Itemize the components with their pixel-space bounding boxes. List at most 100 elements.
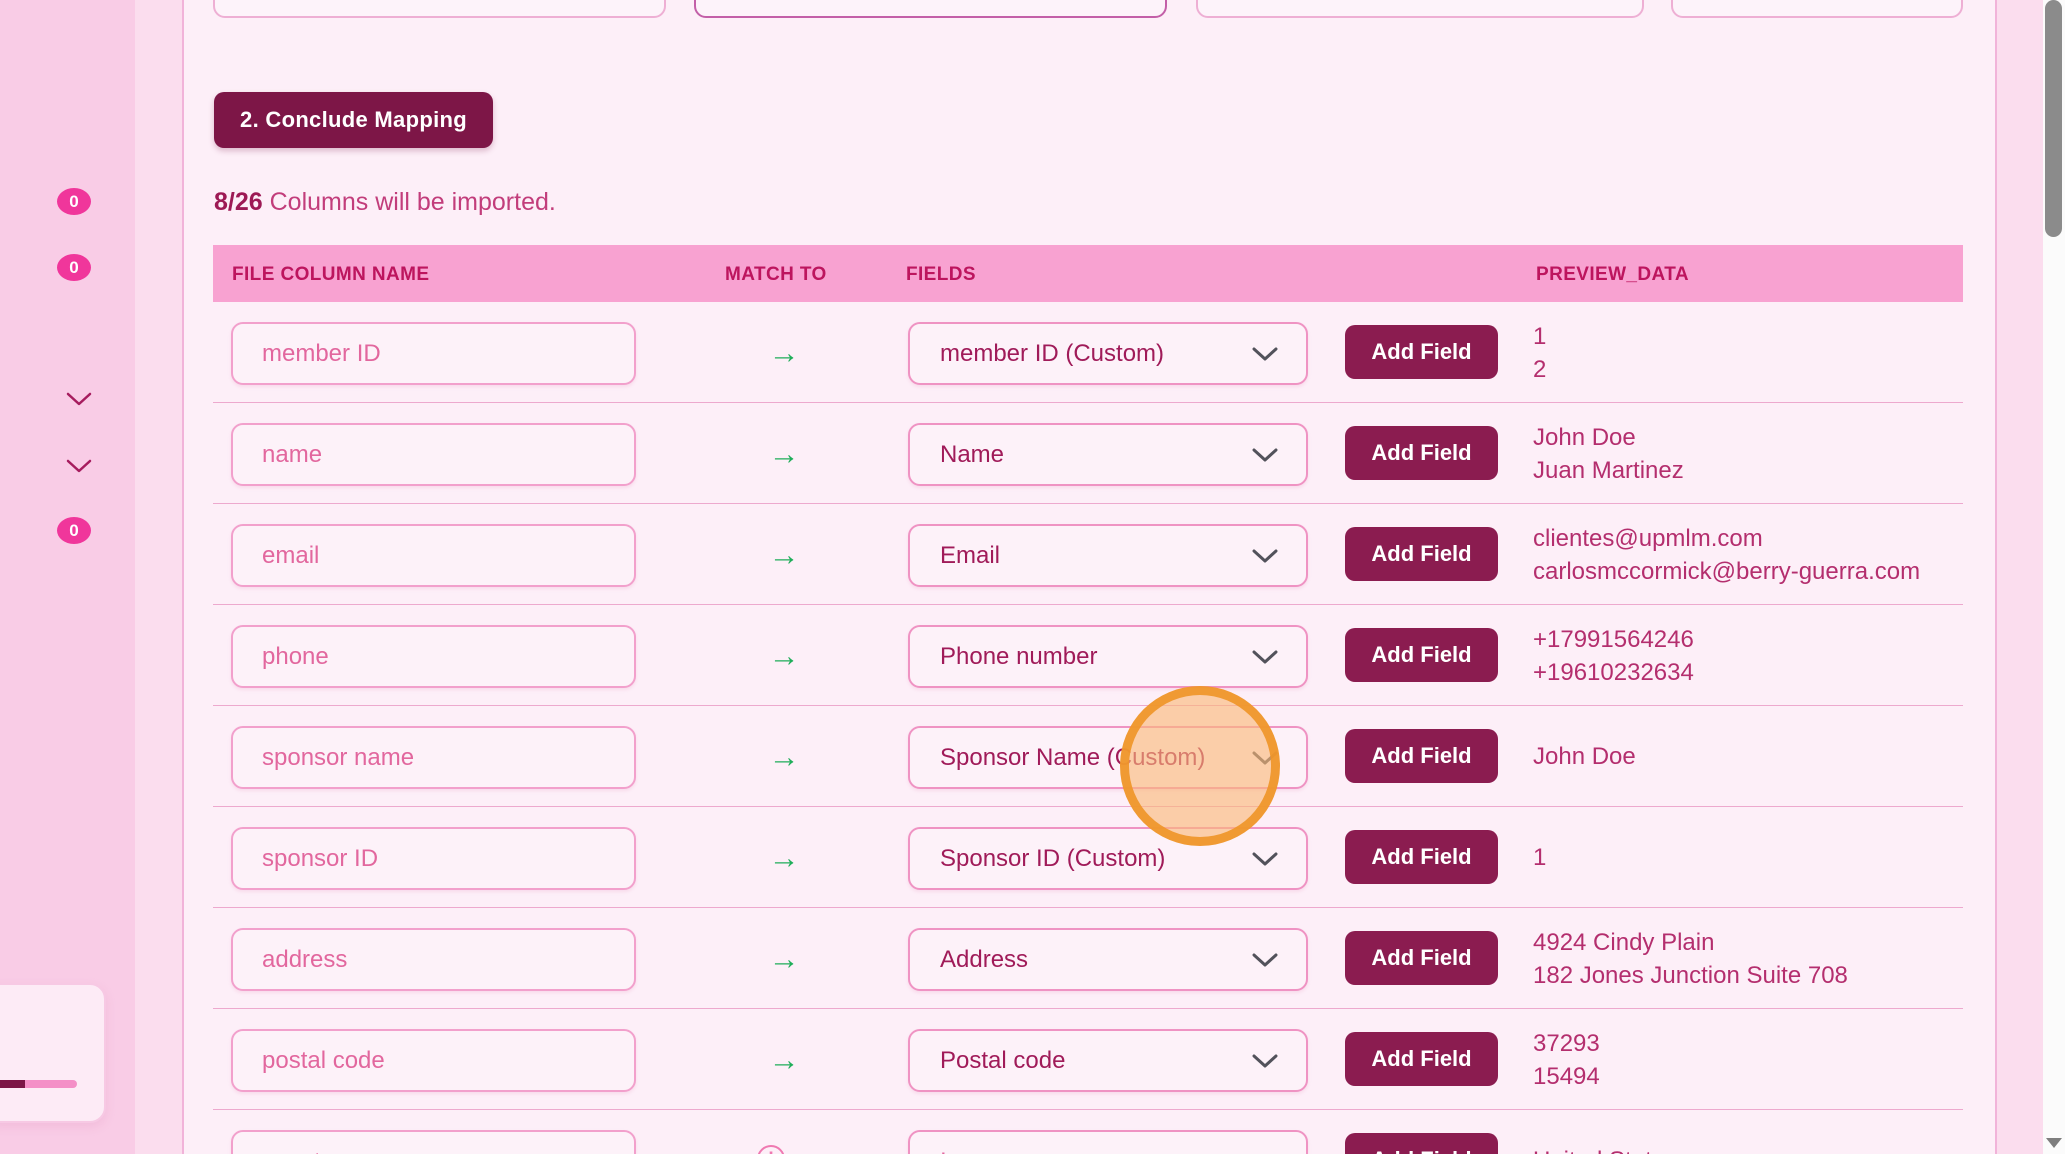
sidebar-count-badge: 0 <box>57 254 91 281</box>
file-column-input[interactable] <box>231 928 636 991</box>
field-select-value: Phone number <box>940 643 1252 671</box>
field-select[interactable]: Email <box>908 524 1308 587</box>
table-row-name: → Name Add Field John Doe Juan Martinez <box>213 403 1963 504</box>
file-column-input[interactable] <box>231 322 636 385</box>
col-header-fields: FIELDS <box>906 264 976 286</box>
chevron-down-icon[interactable] <box>66 392 92 406</box>
preview-line: United States <box>1533 1144 1953 1154</box>
preview-line: 2 <box>1533 353 1953 386</box>
preview-line: John Doe <box>1533 740 1953 773</box>
arrow-right-icon: → <box>749 302 819 403</box>
table-row-phone: → Phone number Add Field +17991564246 +1… <box>213 605 1963 706</box>
file-column-input[interactable] <box>231 625 636 688</box>
preview-line: John Doe <box>1533 421 1953 454</box>
preview-data: John Doe <box>1533 706 1953 807</box>
preview-line: 37293 <box>1533 1027 1953 1060</box>
chevron-down-icon <box>1252 448 1278 462</box>
field-select[interactable]: Ignore <box>908 1130 1308 1154</box>
col-header-preview-data: PREVIEW_DATA <box>1536 264 1689 286</box>
table-row-address: → Address Add Field 4924 Cindy Plain 182… <box>213 908 1963 1009</box>
top-field-1[interactable] <box>213 0 666 18</box>
preview-data: 1 2 <box>1533 302 1953 403</box>
preview-line: 1 <box>1533 841 1953 874</box>
content-right-gutter <box>1995 0 2043 1154</box>
progress-bar-track <box>25 1080 77 1088</box>
chevron-down-icon <box>1252 549 1278 563</box>
add-field-button[interactable]: Add Field <box>1345 426 1498 480</box>
import-summary-text: Columns will be imported. <box>263 188 556 216</box>
add-field-button[interactable]: Add Field <box>1345 1032 1498 1086</box>
table-row-sponsor-id: → Sponsor ID (Custom) Add Field 1 <box>213 807 1963 908</box>
chevron-down-icon <box>1252 751 1278 765</box>
col-header-file-column-name: FILE COLUMN NAME <box>232 264 429 286</box>
field-select-value: Address <box>940 946 1252 974</box>
preview-line: 4924 Cindy Plain <box>1533 926 1953 959</box>
preview-line: +19610232634 <box>1533 656 1953 689</box>
table-row-postal-code: → Postal code Add Field 37293 15494 <box>213 1009 1963 1110</box>
table-row-email: → Email Add Field clientes@upmlm.com car… <box>213 504 1963 605</box>
preview-line: Juan Martinez <box>1533 454 1953 487</box>
top-field-4[interactable] <box>1671 0 1963 18</box>
file-column-input[interactable] <box>231 1029 636 1092</box>
add-field-button[interactable]: Add Field <box>1345 931 1498 985</box>
chevron-down-icon <box>1252 1054 1278 1068</box>
arrow-right-icon: → <box>749 908 819 1009</box>
preview-data: 1 <box>1533 807 1953 908</box>
arrow-right-icon: → <box>749 1009 819 1110</box>
sidebar-count-badge: 0 <box>57 188 91 215</box>
field-select[interactable]: Sponsor Name (Custom) <box>908 726 1308 789</box>
arrow-right-icon: → <box>749 807 819 908</box>
preview-line: +17991564246 <box>1533 623 1953 656</box>
top-field-3[interactable] <box>1196 0 1644 18</box>
sidebar-gutter <box>135 0 184 1154</box>
table-header: FILE COLUMN NAME MATCH TO FIELDS PREVIEW… <box>213 245 1963 302</box>
preview-line: clientes@upmlm.com <box>1533 522 1953 555</box>
field-select-value: Sponsor Name (Custom) <box>940 744 1252 772</box>
add-field-button[interactable]: Add Field <box>1345 527 1498 581</box>
field-select[interactable]: Sponsor ID (Custom) <box>908 827 1308 890</box>
field-select-value: Ignore <box>940 1148 1252 1154</box>
field-select-value: Email <box>940 542 1252 570</box>
conclude-mapping-button[interactable]: 2. Conclude Mapping <box>214 92 493 148</box>
table-row-sponsor-name: → Sponsor Name (Custom) Add Field John D… <box>213 706 1963 807</box>
field-select[interactable]: Phone number <box>908 625 1308 688</box>
chevron-down-icon <box>1252 650 1278 664</box>
field-select[interactable]: Address <box>908 928 1308 991</box>
preview-data: +17991564246 +19610232634 <box>1533 605 1953 706</box>
import-summary: 8/26 Columns will be imported. <box>214 188 556 217</box>
chevron-down-icon <box>1252 852 1278 866</box>
preview-line: 1 <box>1533 320 1953 353</box>
file-column-input[interactable] <box>231 1130 636 1154</box>
scrollbar-down-arrow-icon[interactable] <box>2046 1138 2062 1148</box>
arrow-right-icon: → <box>749 504 819 605</box>
add-field-button[interactable]: Add Field <box>1345 830 1498 884</box>
add-field-button[interactable]: Add Field <box>1345 325 1498 379</box>
chevron-down-icon <box>1252 953 1278 967</box>
col-header-match-to: MATCH TO <box>725 264 827 286</box>
add-field-button[interactable]: Add Field <box>1345 628 1498 682</box>
preview-data: 37293 15494 <box>1533 1009 1953 1110</box>
field-select[interactable]: member ID (Custom) <box>908 322 1308 385</box>
field-select[interactable]: Postal code <box>908 1029 1308 1092</box>
import-count: 8/26 <box>214 188 263 216</box>
progress-bar-filled <box>0 1080 25 1088</box>
sidebar-count-badge: 0 <box>57 517 91 544</box>
top-field-2-focused[interactable] <box>694 0 1167 18</box>
file-column-input[interactable] <box>231 827 636 890</box>
preview-line: carlosmccormick@berry-guerra.com <box>1533 555 1953 588</box>
chevron-down-icon[interactable] <box>66 459 92 473</box>
add-field-button[interactable]: Add Field <box>1345 1133 1498 1154</box>
file-column-input[interactable] <box>231 726 636 789</box>
field-select-value: member ID (Custom) <box>940 340 1252 368</box>
field-select[interactable]: Name <box>908 423 1308 486</box>
alert-circle-icon: ! <box>757 1145 785 1154</box>
sidebar-bottom-card <box>0 983 106 1123</box>
file-column-input[interactable] <box>231 524 636 587</box>
field-select-value: Name <box>940 441 1252 469</box>
preview-line: 182 Jones Junction Suite 708 <box>1533 959 1953 992</box>
add-field-button[interactable]: Add Field <box>1345 729 1498 783</box>
chevron-down-icon <box>1252 347 1278 361</box>
scrollbar-thumb[interactable] <box>2045 0 2062 237</box>
file-column-input[interactable] <box>231 423 636 486</box>
table-row-member-id: → member ID (Custom) Add Field 1 2 <box>213 302 1963 403</box>
